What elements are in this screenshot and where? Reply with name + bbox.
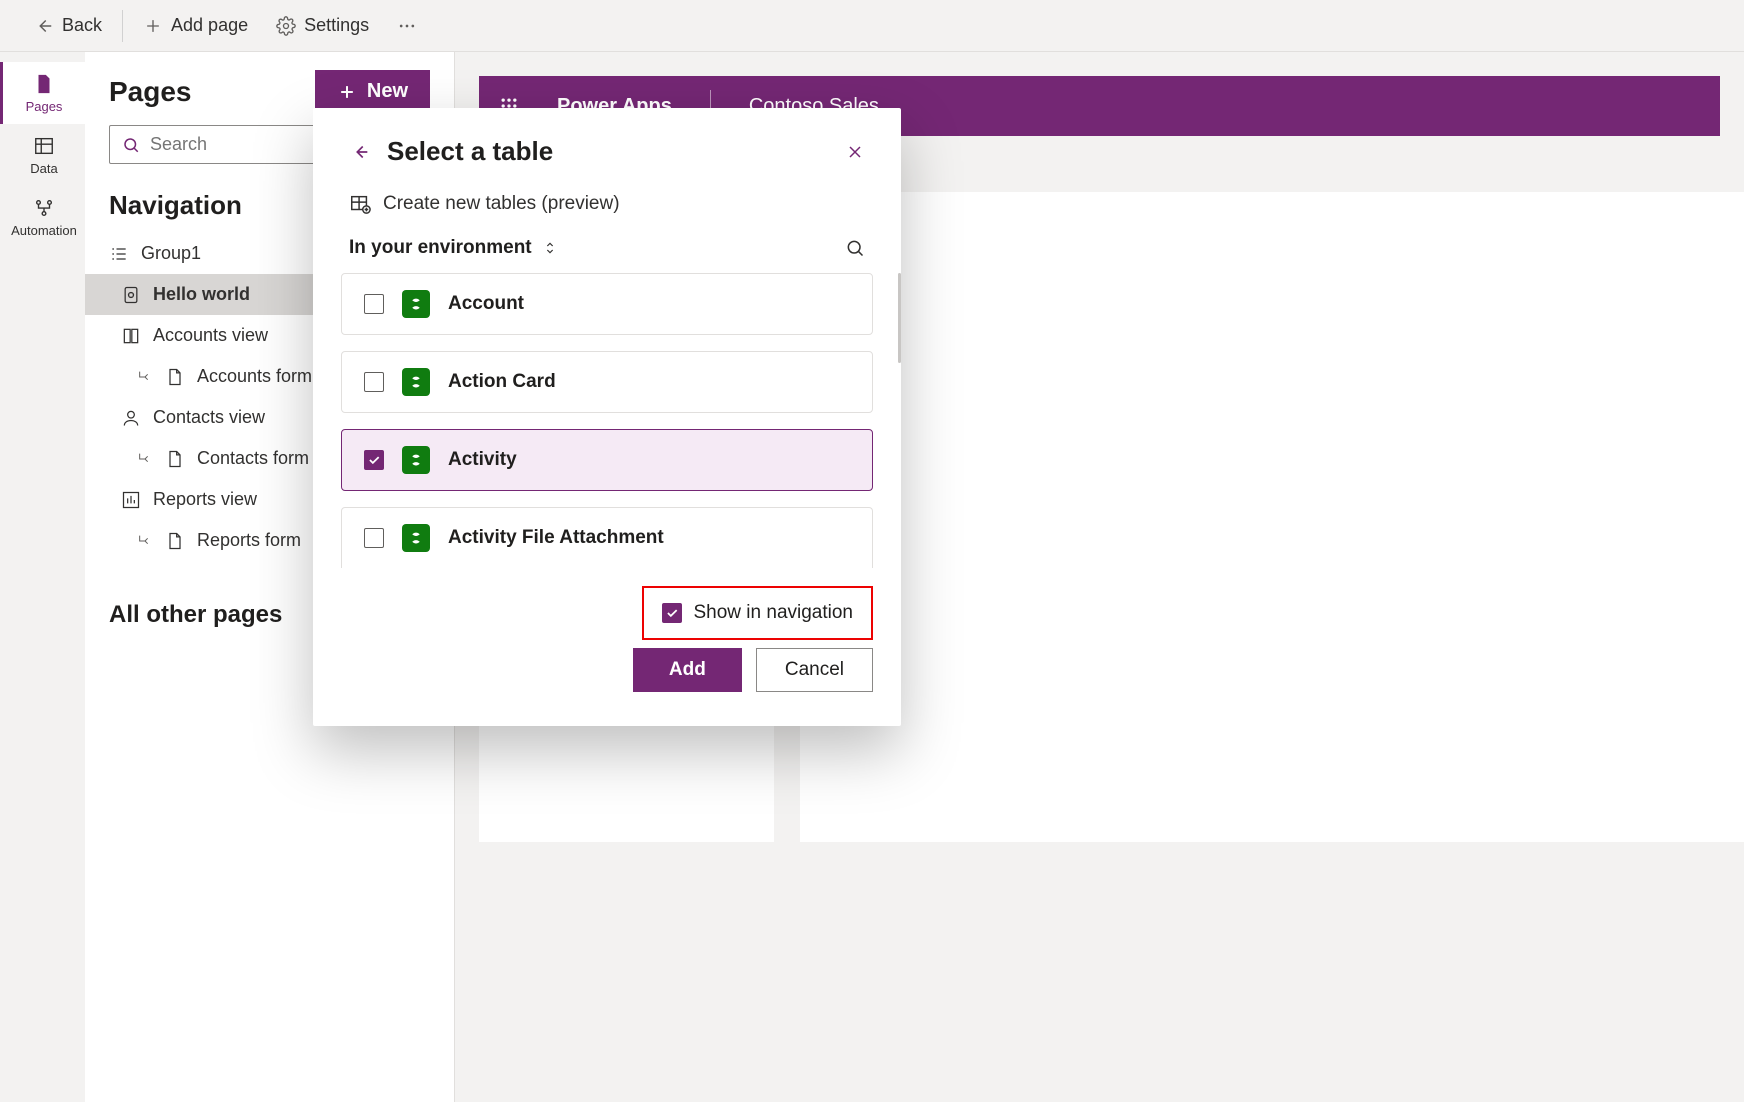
nav-reports-view-label: Reports view <box>153 489 257 510</box>
select-table-dialog: Select a table Create new tables (previe… <box>313 108 901 726</box>
page-icon <box>33 73 55 95</box>
data-icon <box>33 135 55 157</box>
dialog-title: Select a table <box>387 136 829 167</box>
back-arrow-icon[interactable] <box>349 141 371 163</box>
more-button[interactable] <box>385 8 429 44</box>
dialog-header: Select a table <box>313 136 901 185</box>
nav-contacts-view-label: Contacts view <box>153 407 265 428</box>
dataverse-icon <box>402 524 430 552</box>
close-icon[interactable] <box>845 142 865 162</box>
dataverse-icon <box>402 446 430 474</box>
plus-icon <box>143 16 163 36</box>
custom-page-icon <box>121 285 141 305</box>
settings-label: Settings <box>304 15 369 36</box>
search-icon[interactable] <box>845 238 865 258</box>
rail-automation[interactable]: Automation <box>0 186 85 248</box>
footer-buttons: Add Cancel <box>633 648 873 692</box>
dataverse-icon <box>402 368 430 396</box>
table-name: Activity <box>448 449 517 471</box>
table-row-activity[interactable]: Activity <box>341 429 873 491</box>
settings-button[interactable]: Settings <box>264 7 381 44</box>
create-new-label: Create new tables (preview) <box>383 193 620 215</box>
checkbox-checked[interactable] <box>662 603 682 623</box>
nav-hello-label: Hello world <box>153 284 250 305</box>
checkbox-checked[interactable] <box>364 450 384 470</box>
canvas-content-placeholder <box>800 192 1744 842</box>
form-icon <box>165 367 185 387</box>
show-in-navigation-option[interactable]: Show in navigation <box>642 586 874 640</box>
checkbox[interactable] <box>364 372 384 392</box>
dialog-footer: Show in navigation Add Cancel <box>313 568 901 692</box>
rail-pages[interactable]: Pages <box>0 62 85 124</box>
chart-icon <box>121 490 141 510</box>
checkbox[interactable] <box>364 528 384 548</box>
back-label: Back <box>62 15 102 36</box>
add-page-label: Add page <box>171 15 248 36</box>
nav-reports-form-label: Reports form <box>197 530 301 551</box>
env-left[interactable]: In your environment <box>349 237 558 259</box>
env-label: In your environment <box>349 237 532 259</box>
list-icon <box>109 244 129 264</box>
view-icon <box>121 326 141 346</box>
divider <box>122 10 123 42</box>
subitem-icon <box>137 451 153 467</box>
rail-data-label: Data <box>30 161 57 176</box>
add-button[interactable]: Add <box>633 648 742 692</box>
cancel-button[interactable]: Cancel <box>756 648 873 692</box>
top-command-bar: Back Add page Settings <box>0 0 1744 52</box>
rail-pages-label: Pages <box>26 99 63 114</box>
table-row-action-card[interactable]: Action Card <box>341 351 873 413</box>
form-icon <box>165 531 185 551</box>
contacts-icon <box>121 408 141 428</box>
dataverse-icon <box>402 290 430 318</box>
sort-icon[interactable] <box>542 240 558 256</box>
nav-accounts-view-label: Accounts view <box>153 325 268 346</box>
table-list[interactable]: Account Action Card Activity Activity Fi… <box>313 273 901 568</box>
create-new-tables-button[interactable]: Create new tables (preview) <box>313 185 901 237</box>
nav-group1-label: Group1 <box>141 243 201 264</box>
pages-title: Pages <box>109 76 192 108</box>
table-plus-icon <box>349 193 371 215</box>
subitem-icon <box>137 533 153 549</box>
table-row-account[interactable]: Account <box>341 273 873 335</box>
table-row-activity-file[interactable]: Activity File Attachment <box>341 507 873 568</box>
back-arrow-icon <box>32 15 54 37</box>
nav-contacts-form-label: Contacts form <box>197 448 309 469</box>
add-page-button[interactable]: Add page <box>131 7 260 44</box>
rail-automation-label: Automation <box>11 223 77 238</box>
table-name: Activity File Attachment <box>448 527 664 549</box>
automation-icon <box>33 197 55 219</box>
search-icon <box>122 136 140 154</box>
ellipsis-icon <box>397 16 417 36</box>
checkbox[interactable] <box>364 294 384 314</box>
environment-row: In your environment <box>313 237 901 273</box>
back-button[interactable]: Back <box>20 7 114 45</box>
plus-icon <box>337 82 357 102</box>
left-rail: Pages Data Automation <box>0 52 85 1102</box>
new-label: New <box>367 80 408 103</box>
gear-icon <box>276 16 296 36</box>
form-icon <box>165 449 185 469</box>
new-page-button[interactable]: New <box>315 70 430 113</box>
table-name: Account <box>448 293 524 315</box>
table-name: Action Card <box>448 371 556 393</box>
rail-data[interactable]: Data <box>0 124 85 186</box>
nav-accounts-form-label: Accounts form <box>197 366 312 387</box>
show-nav-label: Show in navigation <box>694 602 854 624</box>
subitem-icon <box>137 369 153 385</box>
